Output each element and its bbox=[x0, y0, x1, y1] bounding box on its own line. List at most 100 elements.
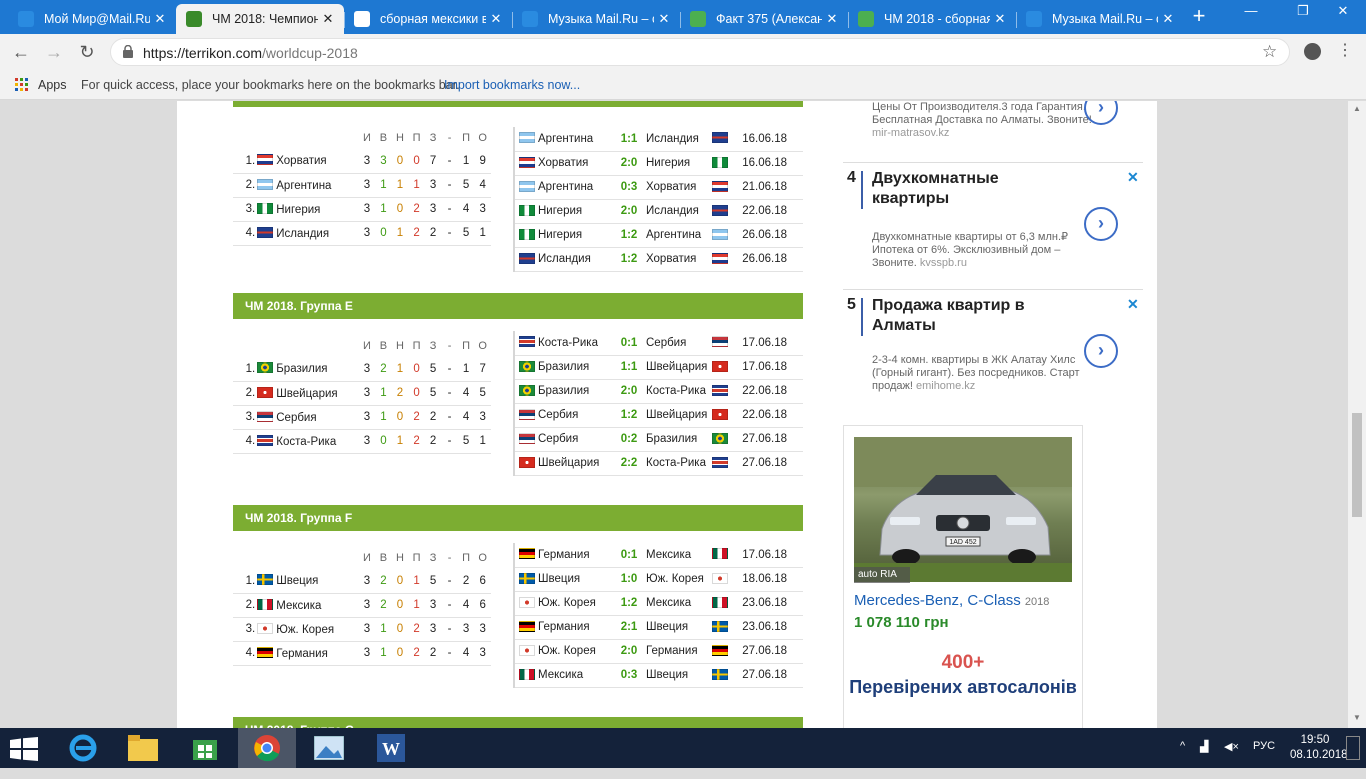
tab-close-icon[interactable]: ✕ bbox=[654, 11, 674, 27]
star-icon[interactable]: ☆ bbox=[1262, 42, 1277, 62]
home-team[interactable]: Юж. Корея bbox=[538, 639, 616, 664]
ad-4-title[interactable]: Двухкомнатные квартиры bbox=[872, 169, 1072, 209]
tab-2[interactable]: ЧМ 2018: Чемпионат✕ bbox=[176, 4, 344, 34]
game-row[interactable]: Германия 0:1 Мексика 17.06.18 bbox=[514, 543, 803, 568]
away-team[interactable]: Бразилия bbox=[642, 427, 712, 452]
car-model-link[interactable]: Mercedes-Benz, C-Class 2018 bbox=[854, 592, 1049, 609]
game-row[interactable]: Юж. Корея 1:2 Мексика 23.06.18 bbox=[514, 591, 803, 616]
chrome-icon[interactable] bbox=[238, 728, 296, 768]
game-row[interactable]: Швеция 1:0 Юж. Корея 18.06.18 bbox=[514, 567, 803, 592]
game-score[interactable]: 2:0 bbox=[616, 151, 642, 176]
game-score[interactable]: 0:1 bbox=[616, 543, 642, 568]
account-icon[interactable] bbox=[1304, 43, 1321, 60]
standings-row[interactable]: 1. Бразилия 3 2 1 0 5-1 7 bbox=[233, 357, 491, 382]
word-icon[interactable]: W bbox=[362, 728, 420, 768]
tray-expand-icon[interactable]: ^ bbox=[1180, 740, 1185, 752]
home-team[interactable]: Аргентина bbox=[538, 127, 616, 152]
tab-close-icon[interactable]: ✕ bbox=[822, 11, 842, 27]
tab-close-icon[interactable]: ✕ bbox=[990, 11, 1010, 27]
game-score[interactable]: 1:0 bbox=[616, 567, 642, 592]
home-team[interactable]: Германия bbox=[538, 543, 616, 568]
file-explorer-icon[interactable] bbox=[114, 728, 172, 768]
home-team[interactable]: Сербия bbox=[538, 427, 616, 452]
game-score[interactable]: 0:1 bbox=[616, 331, 642, 356]
windows-start-icon[interactable] bbox=[10, 737, 38, 761]
game-row[interactable]: Германия 2:1 Швеция 23.06.18 bbox=[514, 615, 803, 640]
home-team[interactable]: Швеция bbox=[538, 567, 616, 592]
reload-button[interactable]: ↻ bbox=[76, 42, 98, 64]
game-score[interactable]: 0:3 bbox=[616, 175, 642, 200]
apps-link[interactable]: Apps bbox=[38, 78, 67, 92]
system-clock[interactable]: 19:50 08.10.2018 bbox=[1290, 733, 1348, 763]
tab-close-icon[interactable]: ✕ bbox=[150, 11, 170, 27]
game-score[interactable]: 1:1 bbox=[616, 355, 642, 380]
game-score[interactable]: 2:0 bbox=[616, 199, 642, 224]
game-row[interactable]: Коста-Рика 0:1 Сербия 17.06.18 bbox=[514, 331, 803, 356]
away-team[interactable]: Мексика bbox=[642, 543, 712, 568]
standings-row[interactable]: 3. Сербия 3 1 0 2 2-4 3 bbox=[233, 405, 491, 430]
game-row[interactable]: Сербия 0:2 Бразилия 27.06.18 bbox=[514, 427, 803, 452]
tab-5[interactable]: Факт 375 (Александ ✕ bbox=[680, 4, 848, 34]
ad-5-close-icon[interactable]: ✕ bbox=[1127, 296, 1139, 313]
game-row[interactable]: Бразилия 1:1 Швейцария 17.06.18 bbox=[514, 355, 803, 380]
team-name[interactable]: Аргентина bbox=[257, 173, 359, 198]
game-score[interactable]: 2:0 bbox=[616, 639, 642, 664]
standings-row[interactable]: 1. Швеция 3 2 0 1 5-2 6 bbox=[233, 569, 491, 594]
ad-5[interactable]: 5 Продажа квартир в Алматы ✕ › 2-3-4 ком… bbox=[843, 296, 1143, 414]
away-team[interactable]: Хорватия bbox=[642, 247, 712, 272]
standings-row[interactable]: 4. Германия 3 1 0 2 2-4 3 bbox=[233, 641, 491, 666]
ad-4[interactable]: 4 Двухкомнатные квартиры ✕ › Двухкомнатн… bbox=[843, 169, 1143, 287]
game-row[interactable]: Исландия 1:2 Хорватия 26.06.18 bbox=[514, 247, 803, 272]
tab-close-icon[interactable]: ✕ bbox=[318, 11, 338, 27]
new-tab-button[interactable]: + bbox=[1188, 5, 1210, 28]
scroll-down-icon[interactable]: ▼ bbox=[1353, 713, 1361, 722]
game-row[interactable]: Аргентина 1:1 Исландия 16.06.18 bbox=[514, 127, 803, 152]
away-team[interactable]: Хорватия bbox=[642, 175, 712, 200]
game-score[interactable]: 0:3 bbox=[616, 663, 642, 688]
car-photo[interactable]: 1AD 452 bbox=[854, 437, 1072, 582]
away-team[interactable]: Юж. Корея bbox=[642, 567, 712, 592]
tab-close-icon[interactable]: ✕ bbox=[1158, 11, 1178, 27]
game-row[interactable]: Нигерия 2:0 Исландия 22.06.18 bbox=[514, 199, 803, 224]
game-row[interactable]: Нигерия 1:2 Аргентина 26.06.18 bbox=[514, 223, 803, 248]
group-g-header[interactable]: ЧМ 2018. Группа G bbox=[233, 717, 803, 728]
home-team[interactable]: Исландия bbox=[538, 247, 616, 272]
game-score[interactable]: 2:0 bbox=[616, 379, 642, 404]
standings-row[interactable]: 4. Коста-Рика 3 0 1 2 2-5 1 bbox=[233, 429, 491, 454]
game-row[interactable]: Бразилия 2:0 Коста-Рика 22.06.18 bbox=[514, 379, 803, 404]
minimize-button[interactable]: — bbox=[1228, 0, 1274, 24]
home-team[interactable]: Хорватия bbox=[538, 151, 616, 176]
team-name[interactable]: Коста-Рика bbox=[257, 429, 359, 454]
away-team[interactable]: Нигерия bbox=[642, 151, 712, 176]
away-team[interactable]: Швейцария bbox=[642, 403, 712, 428]
page-scrollbar[interactable]: ▲ ▼ bbox=[1348, 101, 1366, 728]
game-score[interactable]: 1:1 bbox=[616, 127, 642, 152]
standings-row[interactable]: 2. Мексика 3 2 0 1 3-4 6 bbox=[233, 593, 491, 618]
home-team[interactable]: Коста-Рика bbox=[538, 331, 616, 356]
home-team[interactable]: Германия bbox=[538, 615, 616, 640]
ad-3[interactable]: Цены От Производителя.3 года Гарантия. Б… bbox=[843, 101, 1143, 159]
standings-row[interactable]: 3. Юж. Корея 3 1 0 2 3-3 3 bbox=[233, 617, 491, 642]
standings-row[interactable]: 2. Швейцария 3 1 2 0 5-4 5 bbox=[233, 381, 491, 406]
away-team[interactable]: Германия bbox=[642, 639, 712, 664]
home-team[interactable]: Аргентина bbox=[538, 175, 616, 200]
import-bookmarks-link[interactable]: Import bookmarks now... bbox=[444, 78, 580, 92]
ie-icon[interactable] bbox=[54, 728, 112, 768]
close-window-button[interactable]: ✕ bbox=[1320, 0, 1366, 24]
volume-icon[interactable]: ◀× bbox=[1224, 740, 1239, 753]
away-team[interactable]: Швеция bbox=[642, 615, 712, 640]
home-team[interactable]: Швейцария bbox=[538, 451, 616, 476]
network-icon[interactable]: ▟ bbox=[1200, 740, 1208, 753]
away-team[interactable]: Коста-Рика bbox=[642, 451, 712, 476]
group-e-header[interactable]: ЧМ 2018. Группа E bbox=[233, 293, 803, 319]
team-name[interactable]: Бразилия bbox=[257, 357, 359, 382]
game-row[interactable]: Швейцария 2:2 Коста-Рика 27.06.18 bbox=[514, 451, 803, 476]
standings-row[interactable]: 3. Нигерия 3 1 0 2 3-4 3 bbox=[233, 197, 491, 222]
team-name[interactable]: Хорватия bbox=[257, 149, 359, 174]
away-team[interactable]: Исландия bbox=[642, 199, 712, 224]
game-score[interactable]: 2:1 bbox=[616, 615, 642, 640]
team-name[interactable]: Сербия bbox=[257, 405, 359, 430]
home-team[interactable]: Бразилия bbox=[538, 355, 616, 380]
tab-1[interactable]: Мой Мир@Mail.Ru ✕ bbox=[8, 4, 176, 34]
game-score[interactable]: 1:2 bbox=[616, 247, 642, 272]
